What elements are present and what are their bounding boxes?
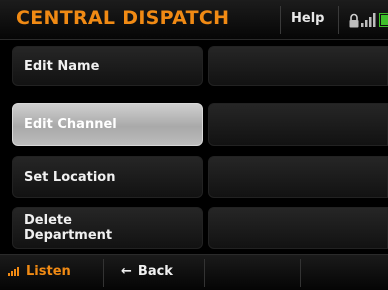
footer-divider <box>204 259 205 287</box>
help-button[interactable]: Help <box>291 11 324 26</box>
lock-icon <box>349 13 359 28</box>
footer-divider <box>103 259 104 287</box>
listen-button[interactable]: Listen <box>8 264 71 279</box>
edit-channel-label: Edit Channel <box>24 117 117 132</box>
edit-name-button[interactable]: Edit Name <box>12 46 203 86</box>
battery-icon <box>379 13 388 27</box>
set-location-button[interactable]: Set Location <box>12 156 203 198</box>
delete-department-button[interactable]: Delete Department <box>12 207 203 249</box>
listen-label: Listen <box>26 264 71 279</box>
header-bar: CENTRAL DISPATCH Help <box>0 0 388 40</box>
edit-channel-button[interactable]: Edit Channel <box>12 103 203 146</box>
status-indicators <box>344 11 388 29</box>
header-divider <box>338 6 339 34</box>
signal-small-icon <box>8 267 19 276</box>
back-button[interactable]: ← Back <box>121 264 173 279</box>
edit-name-value-panel <box>208 46 388 86</box>
set-location-value-panel <box>208 156 388 198</box>
set-location-label: Set Location <box>24 169 116 185</box>
edit-name-label: Edit Name <box>24 58 100 74</box>
footer-divider <box>300 259 301 287</box>
header-divider <box>280 6 281 34</box>
delete-department-value-panel <box>208 207 388 249</box>
left-arrow-icon: ← <box>121 264 132 279</box>
edit-channel-value-panel <box>208 103 388 146</box>
footer-bar: Listen ← Back <box>0 254 388 290</box>
signal-icon <box>361 13 376 27</box>
back-label: Back <box>137 264 173 279</box>
delete-department-label: Delete Department <box>24 213 113 243</box>
page-title: CENTRAL DISPATCH <box>16 7 230 29</box>
